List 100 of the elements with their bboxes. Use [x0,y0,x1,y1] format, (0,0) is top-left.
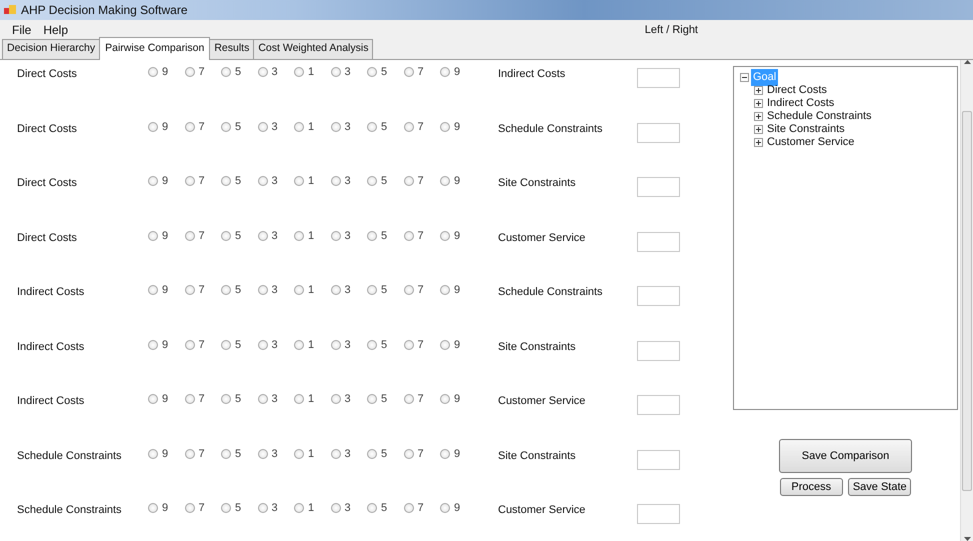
radio-option[interactable]: 3 [258,64,294,80]
radio-option[interactable]: 3 [258,446,294,462]
radio-option[interactable]: 9 [148,282,184,298]
radio-option[interactable]: 7 [404,446,440,462]
radio-option[interactable]: 3 [330,282,367,298]
value-field[interactable] [637,68,680,88]
radio-option[interactable]: 7 [404,228,440,244]
radio-option[interactable]: 9 [440,173,476,190]
radio-option[interactable]: 3 [330,64,367,80]
radio-option[interactable]: 5 [221,500,258,516]
radio-option[interactable]: 7 [404,500,440,516]
expand-icon[interactable] [754,138,763,147]
value-field[interactable] [637,504,680,524]
radio-option[interactable]: 7 [184,228,221,244]
radio-option[interactable]: 7 [404,173,440,190]
value-field[interactable] [637,232,680,252]
radio-option[interactable]: 7 [184,64,221,80]
radio-option[interactable]: 9 [148,64,184,80]
radio-option[interactable]: 9 [440,64,476,80]
expand-icon[interactable] [754,99,763,108]
radio-option[interactable]: 3 [330,446,367,462]
value-field[interactable] [637,395,680,415]
radio-option[interactable]: 7 [184,391,221,408]
radio-option[interactable]: 5 [221,336,258,353]
value-field[interactable] [637,177,680,197]
expand-icon[interactable] [754,112,763,121]
radio-option[interactable]: 3 [258,282,294,298]
radio-option[interactable]: 9 [440,282,476,298]
radio-option[interactable]: 7 [184,173,221,190]
save-comparison-button[interactable]: Save Comparison [779,439,912,473]
radio-option[interactable]: 7 [184,282,221,298]
radio-option[interactable]: 5 [367,446,404,462]
radio-option[interactable]: 7 [184,118,221,135]
radio-option[interactable]: 3 [330,336,367,353]
radio-option[interactable]: 3 [330,173,367,190]
radio-option[interactable]: 3 [258,500,294,516]
radio-option[interactable]: 9 [148,173,184,190]
radio-option[interactable]: 3 [330,228,367,244]
tab[interactable]: Decision Hierarchy [2,39,100,59]
radio-option[interactable]: 7 [404,64,440,80]
tab[interactable]: Cost Weighted Analysis [253,39,374,59]
radio-option[interactable]: 5 [367,336,404,353]
radio-option[interactable]: 9 [440,228,476,244]
radio-option[interactable]: 3 [258,391,294,408]
radio-option[interactable]: 7 [404,118,440,135]
value-field[interactable] [637,122,680,142]
radio-option[interactable]: 7 [404,282,440,298]
radio-option[interactable]: 1 [294,446,330,462]
radio-option[interactable]: 9 [148,118,184,135]
radio-option[interactable]: 9 [148,391,184,408]
radio-option[interactable]: 5 [367,391,404,408]
radio-option[interactable]: 3 [258,173,294,190]
radio-option[interactable]: 5 [221,282,258,298]
radio-option[interactable]: 1 [294,391,330,408]
radio-option[interactable]: 1 [294,282,330,298]
radio-option[interactable]: 1 [294,64,330,80]
tab[interactable]: Pairwise Comparison [99,37,210,60]
radio-option[interactable]: 5 [221,64,258,80]
radio-option[interactable]: 7 [184,446,221,462]
expand-icon[interactable] [754,86,763,95]
collapse-icon[interactable] [740,73,749,82]
radio-option[interactable]: 9 [440,336,476,353]
save-state-button[interactable]: Save State [848,478,912,496]
radio-option[interactable]: 5 [221,391,258,408]
radio-option[interactable]: 1 [294,336,330,353]
radio-option[interactable]: 9 [440,446,476,462]
radio-option[interactable]: 9 [148,228,184,244]
radio-option[interactable]: 9 [440,391,476,408]
radio-option[interactable]: 3 [330,500,367,516]
radio-option[interactable]: 1 [294,118,330,135]
radio-option[interactable]: 1 [294,500,330,516]
process-button[interactable]: Process [780,478,843,496]
value-field[interactable] [637,286,680,306]
radio-option[interactable]: 9 [440,500,476,516]
radio-option[interactable]: 5 [221,446,258,462]
menu-item[interactable]: File [6,21,38,39]
radio-option[interactable]: 9 [148,446,184,462]
radio-option[interactable]: 9 [148,336,184,353]
value-field[interactable] [637,340,680,360]
menu-item[interactable]: Help [37,21,74,39]
scrollbar[interactable] [960,60,973,541]
radio-option[interactable]: 5 [367,228,404,244]
radio-option[interactable]: 9 [148,500,184,516]
radio-option[interactable]: 3 [330,118,367,135]
radio-option[interactable]: 1 [294,173,330,190]
radio-option[interactable]: 7 [184,336,221,353]
expand-icon[interactable] [754,125,763,134]
radio-option[interactable]: 5 [367,500,404,516]
radio-option[interactable]: 5 [367,118,404,135]
radio-option[interactable]: 5 [221,118,258,135]
radio-option[interactable]: 5 [367,173,404,190]
radio-option[interactable]: 9 [440,118,476,135]
radio-option[interactable]: 3 [258,336,294,353]
radio-option[interactable]: 5 [367,64,404,80]
radio-option[interactable]: 7 [404,336,440,353]
value-field[interactable] [637,450,680,470]
radio-option[interactable]: 3 [258,118,294,135]
scroll-down-icon[interactable] [964,537,970,541]
radio-option[interactable]: 7 [184,500,221,516]
radio-option[interactable]: 3 [258,228,294,244]
